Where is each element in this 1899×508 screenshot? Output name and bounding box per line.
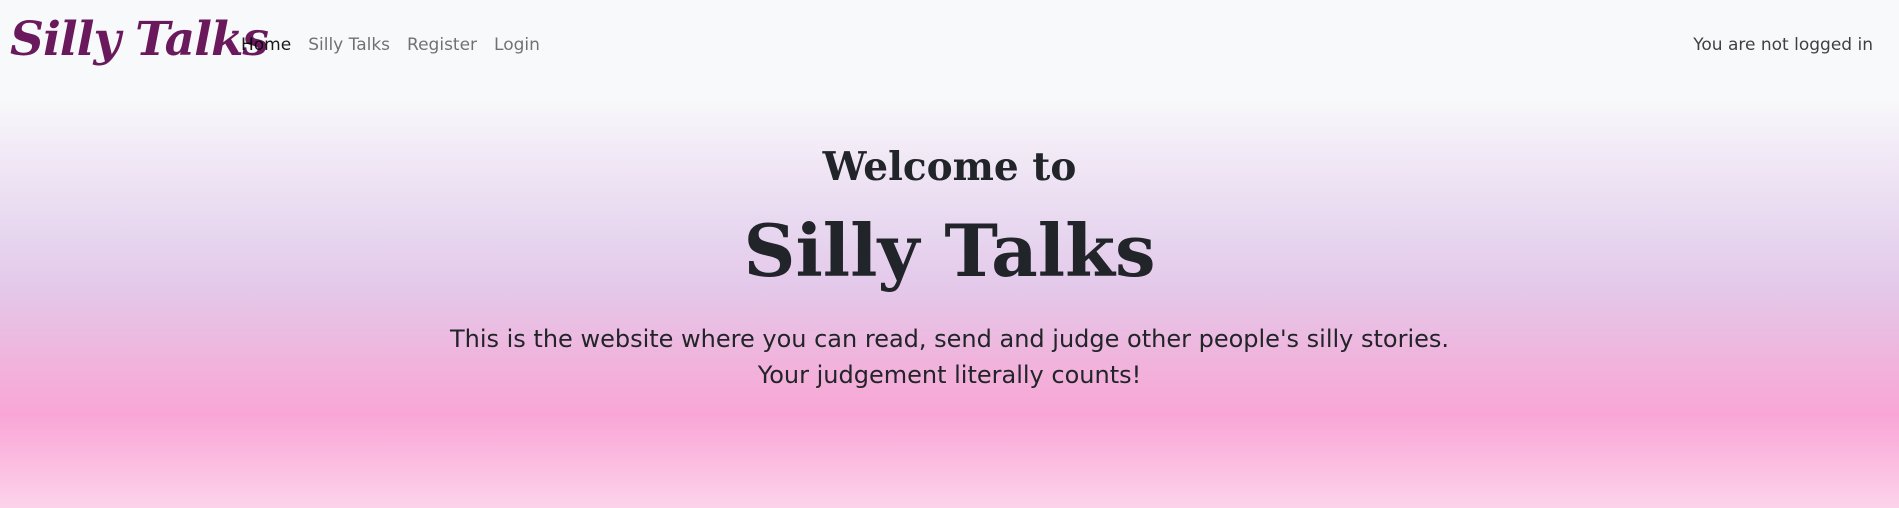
nav-item-home[interactable]: Home (241, 37, 291, 54)
lead-line-1: This is the website where you can read, … (449, 325, 1450, 353)
nav-item-login[interactable]: Login (494, 37, 540, 54)
welcome-heading: Welcome to (822, 144, 1077, 190)
navbar: Silly Talks Home Silly Talks Register Lo… (0, 0, 1899, 96)
site-title: Silly Talks (743, 208, 1156, 293)
nav-links: Home Silly Talks Register Login (241, 37, 540, 54)
login-status: You are not logged in (1693, 35, 1873, 55)
nav-item-silly-talks[interactable]: Silly Talks (308, 37, 390, 54)
lead-line-2: Your judgement literally counts! (757, 361, 1142, 389)
lead-text: This is the website where you can read, … (0, 321, 1899, 393)
hero-section: Welcome to Silly Talks This is the websi… (0, 148, 1899, 393)
nav-item-register[interactable]: Register (407, 37, 477, 54)
brand-logo[interactable]: Silly Talks (10, 16, 269, 63)
